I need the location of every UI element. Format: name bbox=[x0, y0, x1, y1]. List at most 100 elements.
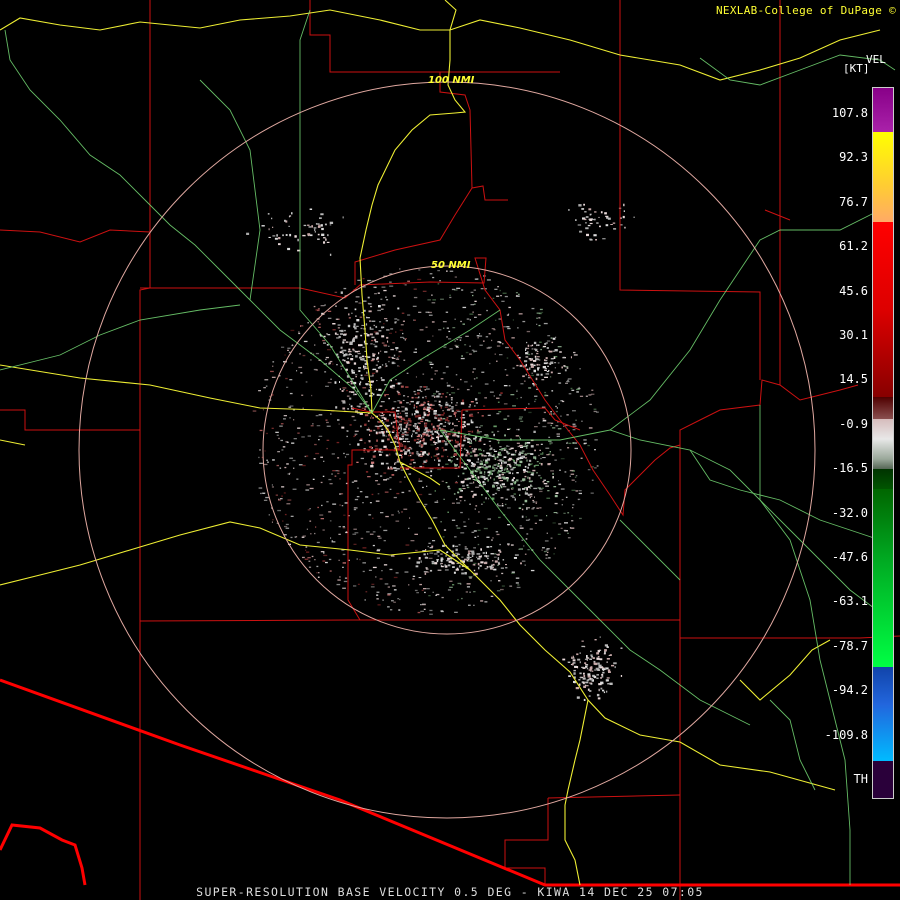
echo-pixel bbox=[381, 335, 385, 338]
echo-pixel bbox=[491, 455, 495, 457]
echo-pixel bbox=[550, 371, 553, 374]
echo-pixel bbox=[498, 580, 501, 582]
echo-pixel bbox=[348, 391, 351, 393]
echo-pixel bbox=[557, 372, 561, 374]
echo-pixel bbox=[504, 434, 506, 437]
echo-pixel bbox=[436, 593, 440, 596]
echo-pixel bbox=[337, 472, 340, 475]
echo-pixel bbox=[573, 672, 576, 675]
echo-pixel bbox=[400, 385, 404, 388]
echo-pixel bbox=[527, 471, 531, 473]
echo-pixel bbox=[404, 451, 408, 453]
echo-pixel bbox=[542, 345, 546, 347]
echo-pixel bbox=[460, 511, 463, 514]
echo-pixel bbox=[558, 382, 562, 384]
echo-pixel bbox=[360, 334, 363, 337]
echo-pixel bbox=[426, 485, 428, 487]
echo-pixel bbox=[289, 392, 293, 395]
echo-pixel bbox=[518, 418, 523, 420]
echo-pixel bbox=[380, 401, 385, 403]
echo-pixel bbox=[446, 560, 449, 562]
echo-pixel bbox=[387, 438, 390, 441]
echo-pixel bbox=[403, 359, 406, 361]
echo-pixel bbox=[496, 413, 500, 415]
echo-pixel bbox=[490, 580, 492, 582]
echo-pixel bbox=[522, 375, 525, 378]
echo-pixel bbox=[463, 521, 466, 523]
echo-pixel bbox=[374, 450, 377, 452]
echo-pixel bbox=[369, 434, 371, 436]
echo-pixel bbox=[287, 347, 291, 349]
echo-pixel bbox=[284, 513, 287, 516]
echo-pixel bbox=[379, 453, 382, 456]
echo-pixel bbox=[427, 400, 430, 403]
echo-pixel bbox=[500, 567, 504, 569]
echo-pixel bbox=[365, 496, 369, 498]
echo-pixel bbox=[259, 449, 261, 451]
echo-pixel bbox=[348, 348, 351, 351]
echo-pixel bbox=[340, 291, 343, 294]
echo-pixel bbox=[344, 307, 348, 309]
echo-pixel bbox=[422, 373, 425, 375]
echo-pixel bbox=[384, 417, 387, 420]
echo-pixel bbox=[491, 339, 493, 342]
echo-pixel bbox=[398, 425, 400, 428]
echo-pixel bbox=[454, 445, 458, 448]
echo-pixel bbox=[342, 216, 344, 219]
echo-pixel bbox=[380, 298, 383, 300]
echo-pixel bbox=[427, 435, 430, 437]
echo-pixel bbox=[399, 598, 401, 601]
echo-pixel bbox=[315, 352, 320, 355]
echo-pixel bbox=[363, 340, 366, 343]
echo-pixel bbox=[470, 304, 475, 306]
echo-pixel bbox=[421, 453, 425, 456]
echo-pixel bbox=[599, 658, 603, 661]
echo-pixel bbox=[378, 450, 381, 453]
echo-pixel bbox=[460, 320, 462, 323]
echo-pixel bbox=[542, 547, 545, 549]
echo-pixel bbox=[540, 348, 542, 351]
echo-pixel bbox=[404, 445, 407, 448]
echo-pixel bbox=[448, 338, 452, 340]
echo-pixel bbox=[422, 290, 427, 292]
echo-pixel bbox=[343, 472, 346, 474]
echo-pixel bbox=[364, 463, 367, 465]
echo-pixel bbox=[459, 500, 462, 502]
echo-pixel bbox=[376, 598, 379, 600]
echo-pixel bbox=[381, 570, 383, 572]
echo-pixel bbox=[453, 454, 457, 456]
echo-pixel bbox=[387, 466, 389, 469]
echo-pixel bbox=[485, 551, 487, 555]
echo-pixel bbox=[510, 544, 514, 546]
echo-pixel bbox=[540, 453, 543, 455]
echo-pixel bbox=[297, 238, 299, 242]
echo-pixel bbox=[519, 548, 523, 550]
echo-pixel bbox=[317, 233, 320, 236]
echo-pixel bbox=[306, 551, 310, 553]
echo-pixel bbox=[452, 327, 456, 329]
echo-pixel bbox=[492, 537, 494, 539]
echo-pixel bbox=[581, 420, 583, 422]
echo-pixel bbox=[401, 511, 403, 513]
echo-pixel bbox=[579, 230, 583, 233]
echo-pixel bbox=[438, 433, 440, 436]
echo-pixel bbox=[267, 213, 270, 215]
echo-pixel bbox=[552, 472, 554, 475]
echo-pixel bbox=[445, 401, 448, 404]
echo-pixel bbox=[369, 326, 372, 329]
echo-pixel bbox=[524, 492, 528, 495]
echo-pixel bbox=[484, 383, 489, 385]
echo-pixel bbox=[554, 502, 558, 505]
echo-pixel bbox=[342, 387, 347, 389]
echo-pixel bbox=[532, 499, 535, 501]
echo-pixel bbox=[469, 503, 471, 505]
echo-pixel bbox=[513, 557, 517, 559]
echo-pixel bbox=[317, 238, 320, 240]
echo-pixel bbox=[575, 687, 580, 690]
echo-pixel bbox=[531, 307, 535, 310]
echo-pixel bbox=[309, 487, 314, 490]
echo-pixel bbox=[355, 376, 357, 378]
echo-pixel bbox=[317, 576, 320, 578]
echo-pixel bbox=[429, 569, 433, 572]
echo-pixel bbox=[372, 455, 376, 458]
